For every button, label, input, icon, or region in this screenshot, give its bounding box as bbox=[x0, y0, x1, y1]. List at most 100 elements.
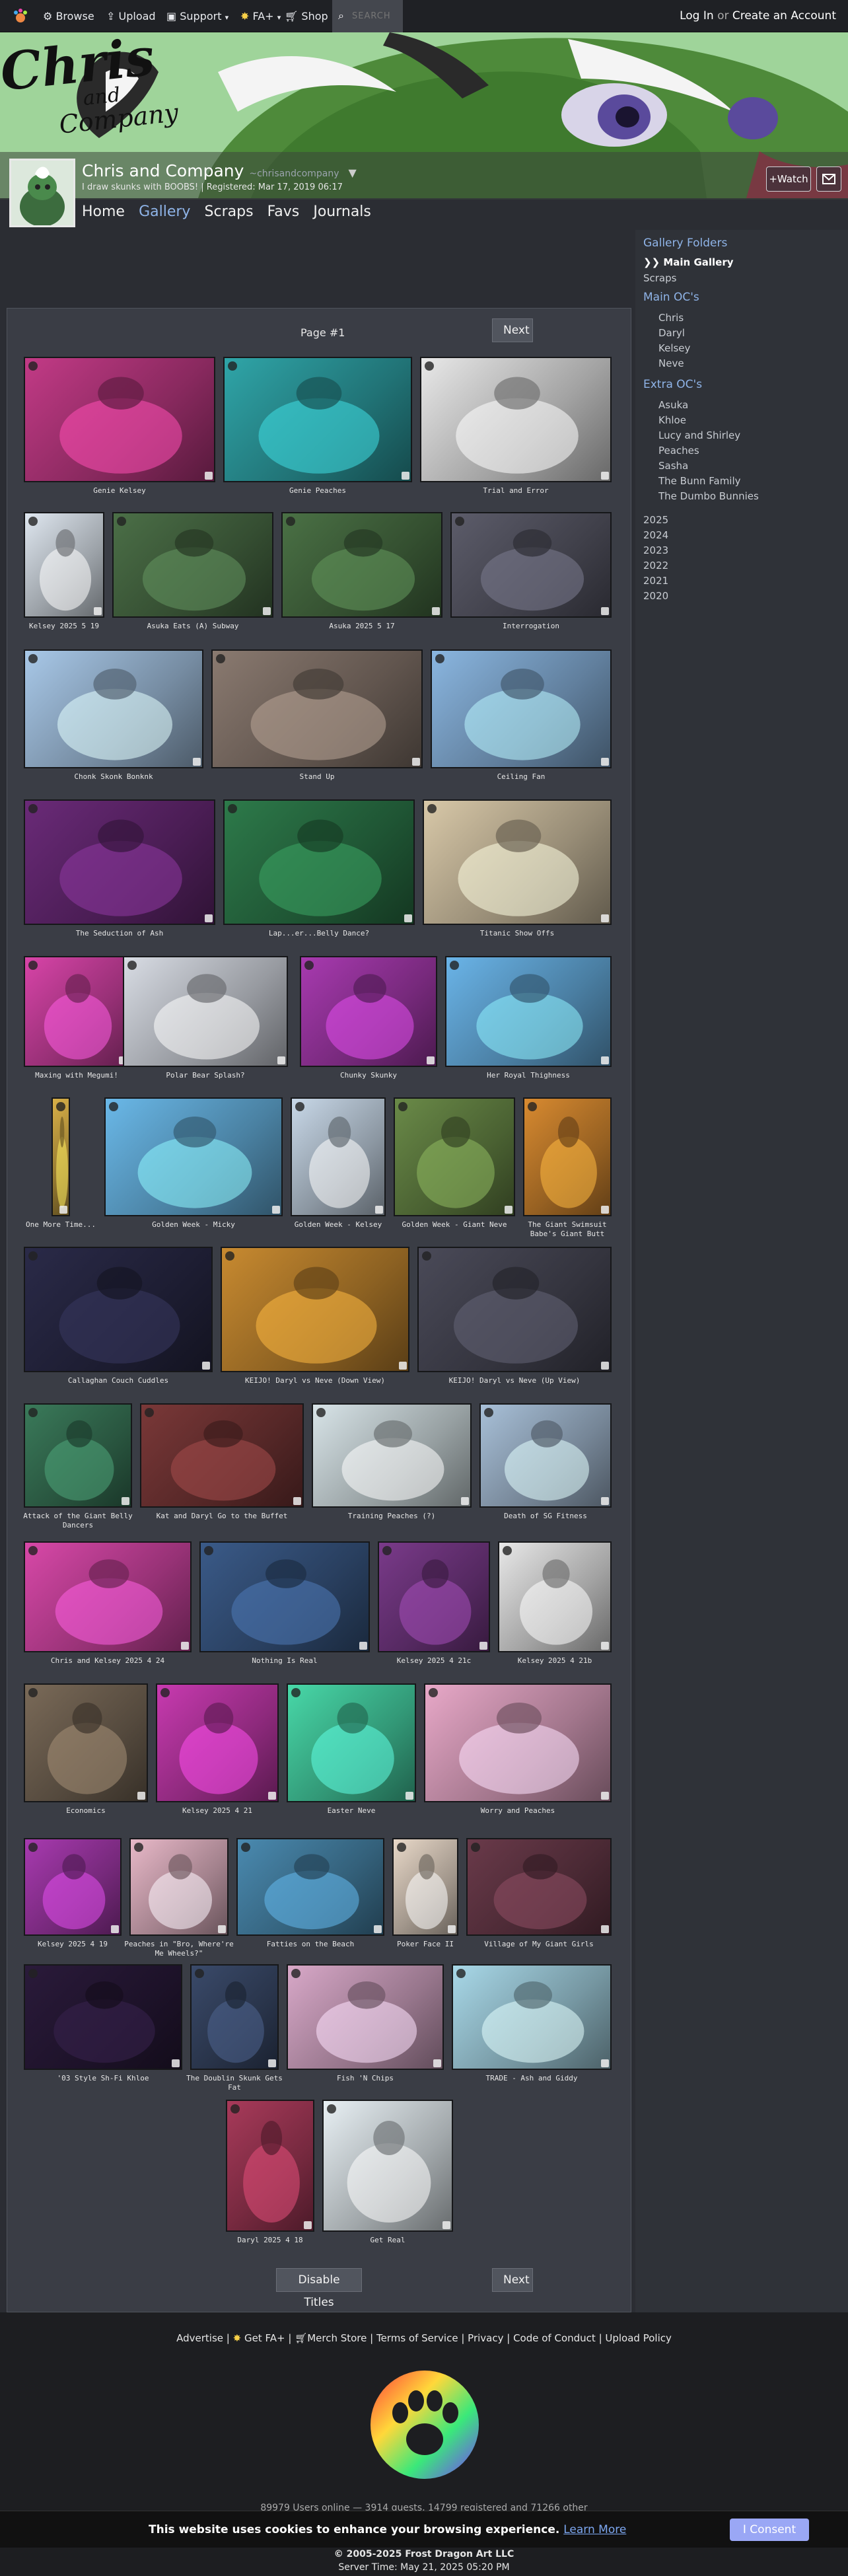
gallery-thumbnail[interactable] bbox=[466, 1838, 612, 1936]
sidebar-item-kelsey[interactable]: Kelsey bbox=[658, 341, 690, 356]
gallery-thumbnail[interactable] bbox=[287, 1964, 444, 2070]
avatar[interactable] bbox=[9, 159, 75, 227]
gallery-thumbnail[interactable] bbox=[523, 1097, 612, 1216]
sidebar-item-chris[interactable]: Chris bbox=[658, 311, 690, 326]
upload-link[interactable]: ⇪ Upload bbox=[106, 0, 156, 32]
thumbnail-caption[interactable]: Attack of the Giant Belly Dancers bbox=[17, 1512, 139, 1530]
gallery-thumbnail[interactable] bbox=[498, 1541, 612, 1652]
thumbnail-caption[interactable]: Kelsey 2025 4 21b bbox=[491, 1656, 618, 1666]
code-of-conduct-link[interactable]: Code of Conduct bbox=[513, 2332, 596, 2344]
thumbnail-caption[interactable]: TRADE - Ash and Giddy bbox=[445, 2074, 618, 2083]
gallery-thumbnail[interactable] bbox=[24, 1683, 148, 1802]
thumbnail-caption[interactable]: Poker Face II bbox=[386, 1940, 465, 1949]
thumbnail-caption[interactable]: Worry and Peaches bbox=[417, 1806, 618, 1816]
thumbnail-caption[interactable]: KEIJO! Daryl vs Neve (Down View) bbox=[214, 1376, 416, 1385]
gallery-thumbnail[interactable] bbox=[281, 512, 442, 618]
tab-journals[interactable]: Journals bbox=[313, 203, 371, 220]
gallery-thumbnail[interactable] bbox=[24, 1838, 122, 1936]
thumbnail-caption[interactable]: '03 Style Sh-Fi Khloe bbox=[17, 2074, 189, 2083]
gallery-thumbnail[interactable] bbox=[221, 1247, 409, 1372]
tab-favs[interactable]: Favs bbox=[267, 203, 300, 220]
thumbnail-caption[interactable]: Golden Week - Giant Neve bbox=[387, 1220, 522, 1230]
thumbnail-caption[interactable]: Kelsey 2025 4 21c bbox=[371, 1656, 497, 1666]
tab-gallery[interactable]: Gallery bbox=[139, 203, 190, 220]
gallery-thumbnail[interactable] bbox=[129, 1838, 229, 1936]
search-input[interactable] bbox=[352, 8, 401, 24]
thumbnail-caption[interactable]: KEIJO! Daryl vs Neve (Up View) bbox=[411, 1376, 618, 1385]
thumbnail-caption[interactable]: Kat and Daryl Go to the Buffet bbox=[133, 1512, 310, 1521]
gallery-thumbnail[interactable] bbox=[420, 357, 612, 482]
browse-link[interactable]: ⚙ Browse bbox=[43, 0, 94, 32]
thumbnail-caption[interactable]: Genie Peaches bbox=[217, 486, 419, 496]
thumbnail-caption[interactable]: Asuka 2025 5 17 bbox=[275, 622, 449, 631]
thumbnail-caption[interactable]: Easter Neve bbox=[280, 1806, 423, 1816]
gallery-thumbnail[interactable] bbox=[24, 799, 215, 925]
gallery-thumbnail[interactable] bbox=[24, 357, 215, 482]
get-fa-plus-link[interactable]: Get FA+ bbox=[244, 2332, 285, 2344]
thumbnail-caption[interactable]: Get Real bbox=[316, 2236, 460, 2245]
thumbnail-caption[interactable]: Kelsey 2025 5 19 bbox=[17, 622, 111, 631]
gallery-thumbnail[interactable] bbox=[300, 956, 437, 1067]
gallery-thumbnail[interactable] bbox=[423, 799, 612, 925]
thumbnail-caption[interactable]: Daryl 2025 4 18 bbox=[219, 2236, 321, 2245]
sidebar-item-asuka[interactable]: Asuka bbox=[658, 398, 759, 413]
thumbnail-caption[interactable]: Interrogation bbox=[444, 622, 618, 631]
thumbnail-caption[interactable]: Golden Week - Micky bbox=[98, 1220, 289, 1230]
gallery-thumbnail[interactable] bbox=[24, 956, 129, 1067]
thumbnail-caption[interactable]: Training Peaches (?) bbox=[305, 1512, 478, 1521]
gallery-thumbnail[interactable] bbox=[291, 1097, 386, 1216]
thumbnail-caption[interactable]: Fatties on the Beach bbox=[230, 1940, 391, 1949]
privacy-link[interactable]: Privacy bbox=[468, 2332, 503, 2344]
thumbnail-caption[interactable]: Village of My Giant Girls bbox=[460, 1940, 618, 1949]
gallery-thumbnail[interactable] bbox=[104, 1097, 283, 1216]
gallery-thumbnail[interactable] bbox=[394, 1097, 515, 1216]
sidebar-item-lucy-and-shirley[interactable]: Lucy and Shirley bbox=[658, 428, 759, 443]
chevron-down-icon[interactable]: ▼ bbox=[348, 166, 356, 179]
next-page-button-top[interactable]: Next bbox=[492, 318, 533, 342]
thumbnail-caption[interactable]: Chunky Skunky bbox=[293, 1071, 444, 1080]
gallery-thumbnail[interactable] bbox=[24, 1247, 213, 1372]
login-link[interactable]: Log In bbox=[680, 9, 714, 22]
thumbnail-caption[interactable]: Death of SG Fitness bbox=[473, 1512, 618, 1521]
gallery-thumbnail[interactable] bbox=[452, 1964, 612, 2070]
gallery-thumbnail[interactable] bbox=[190, 1964, 279, 2070]
sidebar-item-peaches[interactable]: Peaches bbox=[658, 443, 759, 459]
watch-button[interactable]: +Watch bbox=[766, 166, 811, 192]
gallery-thumbnail[interactable] bbox=[226, 2100, 314, 2232]
thumbnail-caption[interactable]: Callaghan Couch Cuddles bbox=[17, 1376, 219, 1385]
gallery-thumbnail[interactable] bbox=[450, 512, 612, 618]
upload-policy-link[interactable]: Upload Policy bbox=[605, 2332, 671, 2344]
message-button[interactable] bbox=[816, 166, 841, 192]
sidebar-item-sasha[interactable]: Sasha bbox=[658, 459, 759, 474]
thumbnail-caption[interactable]: Genie Kelsey bbox=[17, 486, 222, 496]
sidebar-item-khloe[interactable]: Khloe bbox=[658, 413, 759, 428]
gallery-thumbnail[interactable] bbox=[211, 649, 423, 768]
thumbnail-caption[interactable]: Trial and Error bbox=[413, 486, 618, 496]
gallery-thumbnail[interactable] bbox=[52, 1097, 70, 1216]
sidebar-item-daryl[interactable]: Daryl bbox=[658, 326, 690, 341]
thumbnail-caption[interactable]: The Doublin Skunk Gets Fat bbox=[184, 2074, 285, 2092]
thumbnail-caption[interactable]: Asuka Eats (A) Subway bbox=[106, 622, 280, 631]
gallery-thumbnail[interactable] bbox=[199, 1541, 370, 1652]
gallery-thumbnail[interactable] bbox=[287, 1683, 416, 1802]
thumbnail-caption[interactable]: Stand Up bbox=[205, 772, 429, 782]
gallery-thumbnail[interactable] bbox=[24, 649, 203, 768]
gallery-thumbnail[interactable] bbox=[24, 1403, 132, 1508]
sidebar-item-bunn-family[interactable]: The Bunn Family bbox=[658, 474, 759, 489]
gallery-thumbnail[interactable] bbox=[236, 1838, 384, 1936]
thumbnail-caption[interactable]: Kelsey 2025 4 19 bbox=[17, 1940, 128, 1949]
fa-plus-link[interactable]: ✸ FA+ ▾ bbox=[240, 0, 281, 32]
terms-link[interactable]: Terms of Service bbox=[376, 2332, 458, 2344]
thumbnail-caption[interactable]: The Seduction of Ash bbox=[17, 929, 222, 938]
gallery-thumbnail[interactable] bbox=[424, 1683, 612, 1802]
thumbnail-caption[interactable]: Ceiling Fan bbox=[424, 772, 618, 782]
sidebar-item-2023[interactable]: 2023 bbox=[643, 543, 668, 558]
thumbnail-caption[interactable]: Golden Week - Kelsey bbox=[284, 1220, 392, 1230]
tab-home[interactable]: Home bbox=[82, 203, 125, 220]
advertise-link[interactable]: Advertise bbox=[176, 2332, 223, 2344]
shop-link[interactable]: 🛒︎ Shop bbox=[285, 0, 328, 32]
gallery-thumbnail[interactable] bbox=[431, 649, 612, 768]
gallery-thumbnail[interactable] bbox=[140, 1403, 304, 1508]
consent-button[interactable]: I Consent bbox=[730, 2519, 809, 2541]
sidebar-item-main-gallery[interactable]: ❯❯ Main Gallery bbox=[643, 256, 734, 268]
